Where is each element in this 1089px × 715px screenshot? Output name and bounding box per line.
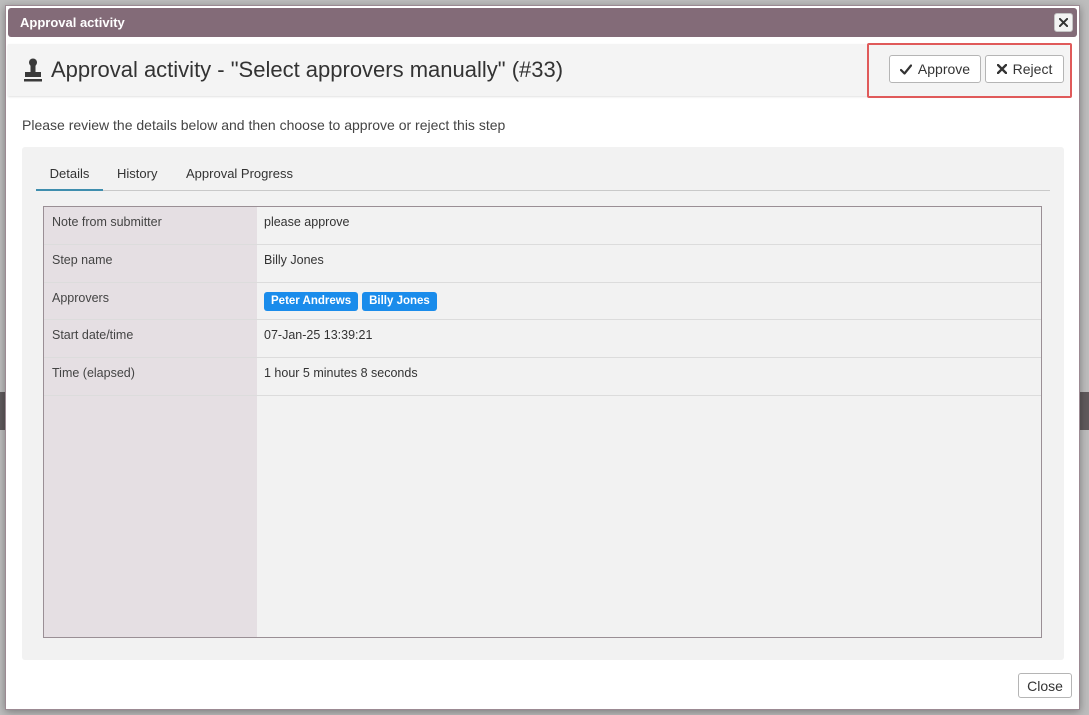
- elapsed-time-value: 1 hour 5 minutes 8 seconds: [264, 366, 418, 380]
- table-row: Start date/time 07-Jan-25 13:39:21: [44, 320, 1041, 358]
- tab-bar: Details History Approval Progress: [36, 165, 1050, 191]
- check-icon: [899, 63, 912, 75]
- approve-label: Approve: [917, 61, 971, 77]
- table-row: Time (elapsed) 1 hour 5 minutes 8 second…: [44, 358, 1041, 396]
- start-time-label: Start date/time: [52, 328, 134, 342]
- details-panel: Details History Approval Progress Note f…: [22, 147, 1064, 660]
- approver-chip[interactable]: Billy Jones: [362, 292, 437, 311]
- note-value: please approve: [264, 215, 350, 229]
- table-row: Note from submitter please approve: [44, 207, 1041, 245]
- page-title: Approval activity - "Select approvers ma…: [51, 57, 564, 82]
- table-row: Approvers Peter Andrews Billy Jones: [44, 283, 1041, 320]
- approve-button[interactable]: Approve: [889, 55, 981, 83]
- tab-history[interactable]: History: [117, 165, 157, 191]
- reject-label: Reject: [1012, 61, 1053, 77]
- approval-dialog: Approval activity Approval activity - "S…: [5, 5, 1080, 710]
- instruction-text: Please review the details below and then…: [22, 117, 506, 133]
- elapsed-time-label: Time (elapsed): [52, 366, 135, 380]
- tab-details[interactable]: Details: [36, 165, 103, 191]
- start-time-value: 07-Jan-25 13:39:21: [264, 328, 373, 342]
- step-name-label: Step name: [52, 253, 113, 267]
- details-table: Note from submitter please approve Step …: [43, 206, 1042, 638]
- close-button[interactable]: Close: [1018, 673, 1072, 698]
- dialog-title: Approval activity: [20, 15, 125, 30]
- approvers-label: Approvers: [52, 291, 109, 305]
- reject-button[interactable]: Reject: [985, 55, 1064, 83]
- table-row: Step name Billy Jones: [44, 245, 1041, 283]
- approver-chip[interactable]: Peter Andrews: [264, 292, 359, 311]
- tab-approval-progress[interactable]: Approval Progress: [186, 165, 293, 191]
- step-name-value: Billy Jones: [264, 253, 324, 267]
- stamp-icon: [24, 58, 42, 82]
- dialog-titlebar: Approval activity: [8, 8, 1077, 37]
- close-icon: [1059, 18, 1068, 27]
- x-icon: [996, 64, 1007, 74]
- note-label: Note from submitter: [52, 215, 162, 229]
- dialog-close-button[interactable]: [1054, 13, 1073, 32]
- approvers-list: Peter Andrews Billy Jones: [264, 291, 441, 311]
